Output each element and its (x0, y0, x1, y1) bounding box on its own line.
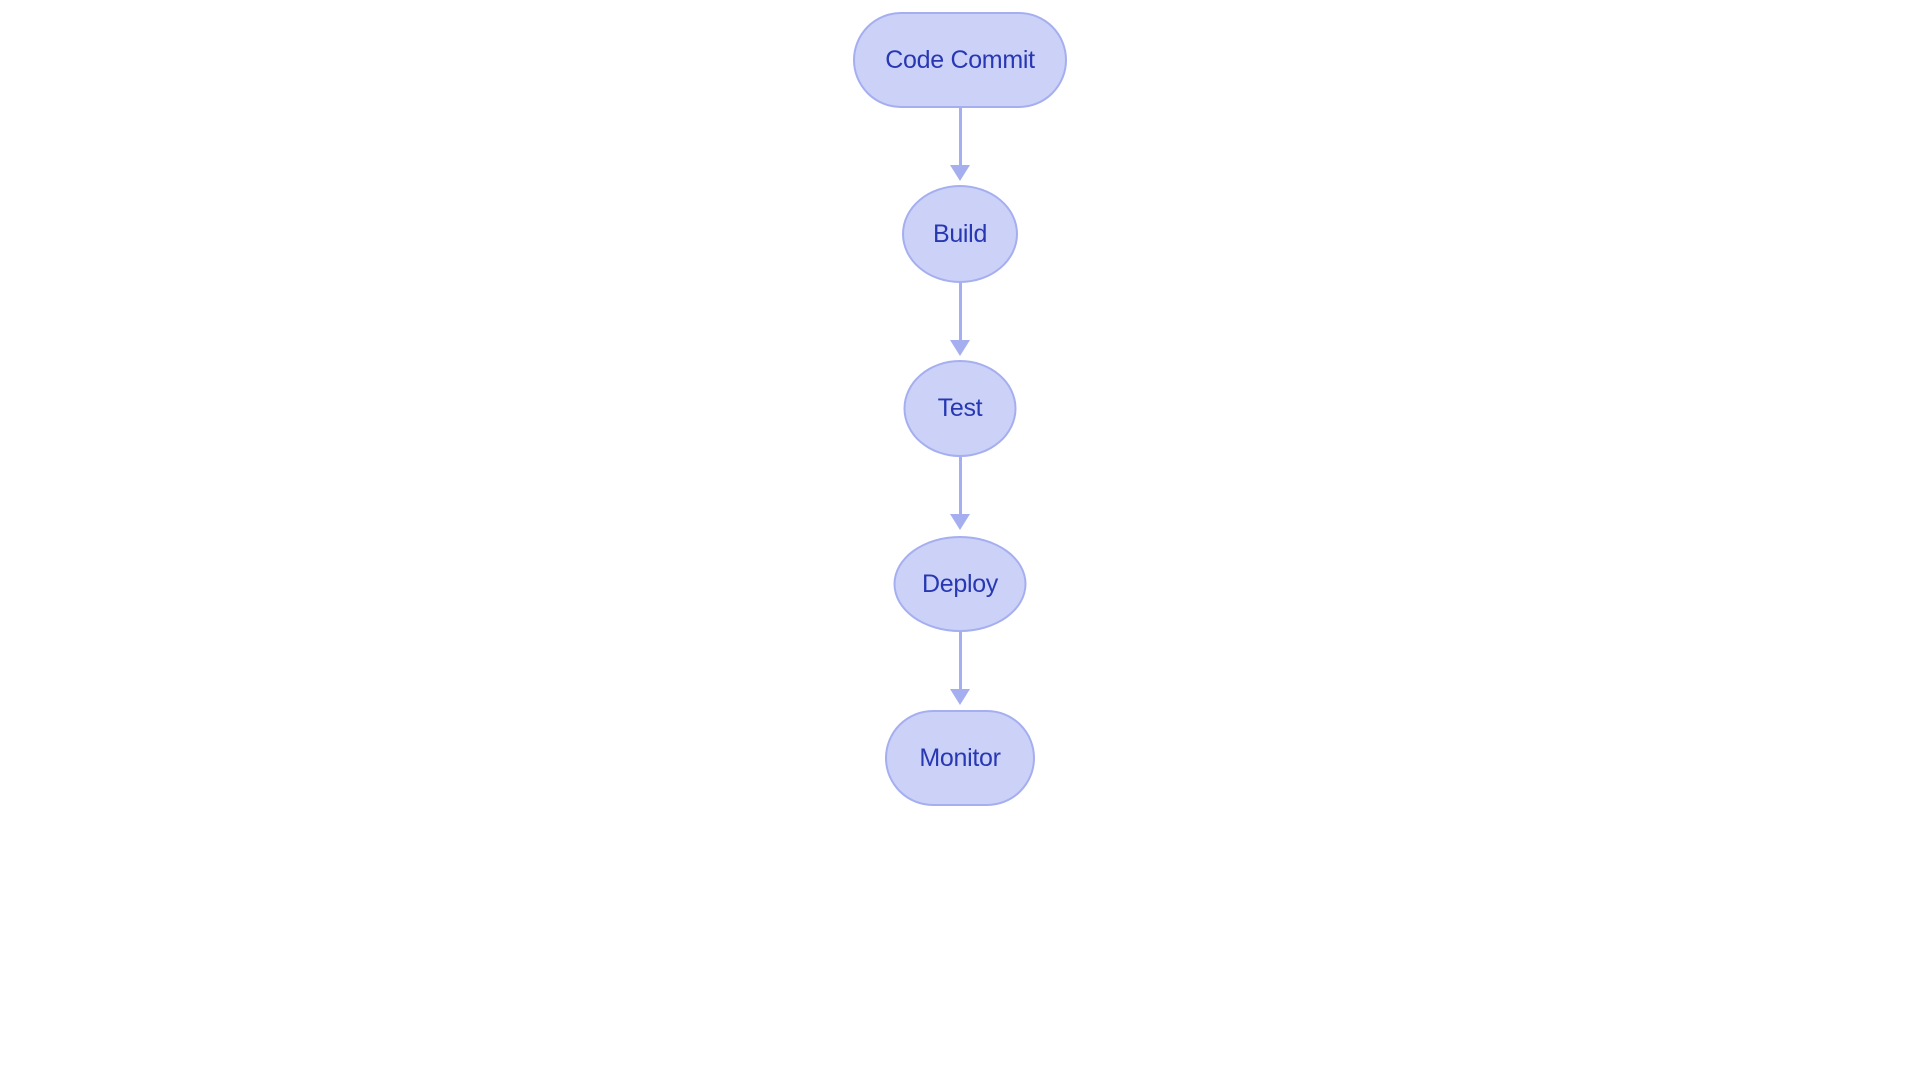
node-code-commit: Code Commit (853, 12, 1067, 108)
node-label: Monitor (919, 744, 1000, 773)
node-label: Build (933, 220, 987, 249)
arrow-icon (950, 283, 970, 356)
arrow-icon (950, 457, 970, 530)
node-label: Deploy (922, 570, 998, 599)
node-build: Build (902, 185, 1018, 283)
flowchart-diagram: Code Commit Build Test Deploy Monitor (760, 0, 1160, 1083)
arrow-icon (950, 632, 970, 705)
node-test: Test (904, 360, 1017, 457)
arrow-icon (950, 108, 970, 181)
node-monitor: Monitor (885, 710, 1035, 806)
node-label: Test (938, 394, 983, 423)
node-label: Code Commit (885, 46, 1035, 75)
node-deploy: Deploy (894, 536, 1027, 632)
